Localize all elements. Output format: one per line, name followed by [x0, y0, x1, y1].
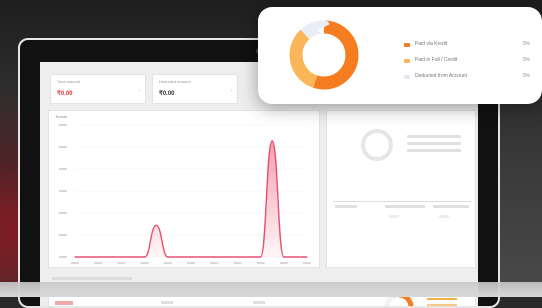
x-tick-label — [279, 262, 288, 264]
x-tick-label — [94, 262, 103, 264]
x-tick-label — [187, 262, 195, 264]
legend-percent: 0% — [522, 41, 530, 47]
stat-card-total[interactable]: Total amount ₹0.00 › — [50, 74, 146, 104]
y-tick-label — [59, 212, 67, 214]
y-tick-label — [59, 146, 67, 148]
y-tick-label — [59, 234, 67, 236]
data-point — [167, 256, 169, 258]
legend-color-swatch — [404, 43, 410, 47]
data-point — [213, 256, 215, 258]
data-point — [260, 256, 262, 258]
trend-line-chart — [59, 124, 311, 264]
x-tick-label — [163, 262, 172, 264]
data-point — [306, 256, 308, 258]
section-title — [52, 277, 132, 280]
y-tick-label — [59, 168, 67, 170]
table-header-cell — [433, 205, 469, 208]
stat-card-label: Deducted amount — [159, 79, 191, 84]
legend-percent: 0% — [522, 57, 530, 63]
data-point — [283, 256, 285, 258]
bottom-legend-row — [427, 298, 457, 300]
summary-panel — [326, 110, 476, 268]
x-tick-label — [233, 262, 242, 264]
table-header-cell — [385, 205, 425, 208]
summary-row — [407, 142, 461, 145]
y-tick-label — [59, 256, 67, 258]
laptop-base — [0, 282, 542, 297]
legend-label: Paid in Full / Credit — [415, 57, 458, 63]
x-tick-label — [117, 262, 126, 264]
data-point — [155, 224, 157, 226]
summary-row — [407, 135, 461, 138]
data-point — [97, 256, 99, 258]
summary-row — [407, 149, 461, 152]
data-point — [248, 256, 250, 258]
legend-item-paid-via-kredit: Paid via Kredit 0% — [404, 40, 534, 50]
legend-label: Deducted from Account — [415, 73, 467, 79]
x-tick-label — [140, 262, 149, 264]
data-point — [236, 256, 238, 258]
x-tick-label — [256, 262, 265, 264]
x-tick-label — [303, 262, 311, 264]
legend-color-swatch — [404, 59, 410, 63]
x-tick-label — [210, 262, 219, 264]
data-point — [271, 140, 273, 142]
table-cell — [439, 215, 449, 218]
data-point — [190, 256, 192, 258]
legend-item-paid-in-full: Paid in Full / Credit 0% — [404, 56, 534, 66]
legend-percent: 0% — [522, 73, 530, 79]
table-divider — [333, 201, 471, 202]
payment-donut-chart — [289, 20, 359, 90]
bottom-card-value — [253, 301, 265, 304]
data-point — [120, 256, 122, 258]
stat-card-value: ₹0.00 — [57, 91, 73, 97]
legend-color-swatch — [404, 75, 410, 79]
series-area — [75, 140, 307, 257]
panel-title: Trends — [55, 114, 68, 119]
data-point — [86, 256, 88, 258]
stat-card-value: ₹0.00 — [159, 91, 175, 97]
data-point — [294, 256, 296, 258]
legend-item-deducted: Deducted from Account 0% — [404, 72, 534, 82]
bottom-card-value — [161, 301, 173, 304]
data-point — [132, 256, 134, 258]
y-tick-label — [59, 190, 67, 192]
x-tick-label — [71, 262, 79, 264]
payment-breakdown-card: Paid via Kredit 0% Paid in Full / Credit… — [258, 7, 542, 104]
data-point — [144, 256, 146, 258]
data-point — [109, 256, 111, 258]
stat-card-label: Total amount — [57, 79, 80, 84]
data-point — [202, 256, 204, 258]
stat-card-deducted[interactable]: Deducted amount ₹0.00 › — [152, 74, 238, 104]
mini-donut-chart — [361, 129, 393, 161]
chevron-right-icon: › — [138, 88, 140, 94]
table-header-cell — [335, 205, 357, 208]
data-point — [225, 256, 227, 258]
chevron-right-icon: › — [230, 88, 232, 94]
data-point — [178, 256, 180, 258]
legend-label: Paid via Kredit — [415, 41, 448, 47]
bottom-legend-row — [427, 304, 457, 306]
trend-chart-panel: Trends — [48, 110, 320, 268]
y-tick-label — [59, 124, 67, 126]
bottom-card-value — [55, 301, 73, 305]
table-cell — [389, 215, 399, 218]
data-point — [74, 256, 76, 258]
